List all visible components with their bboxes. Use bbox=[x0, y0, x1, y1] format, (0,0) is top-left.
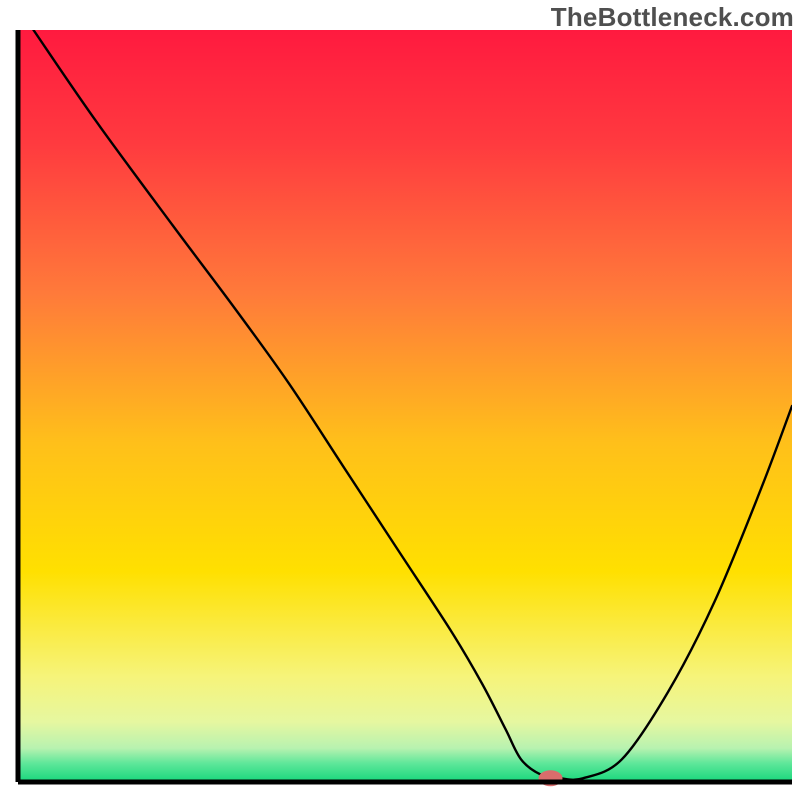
chart-frame: TheBottleneck.com bbox=[0, 0, 800, 800]
bottleneck-chart bbox=[0, 0, 800, 800]
plot-background bbox=[18, 30, 792, 782]
watermark-text: TheBottleneck.com bbox=[551, 2, 794, 33]
